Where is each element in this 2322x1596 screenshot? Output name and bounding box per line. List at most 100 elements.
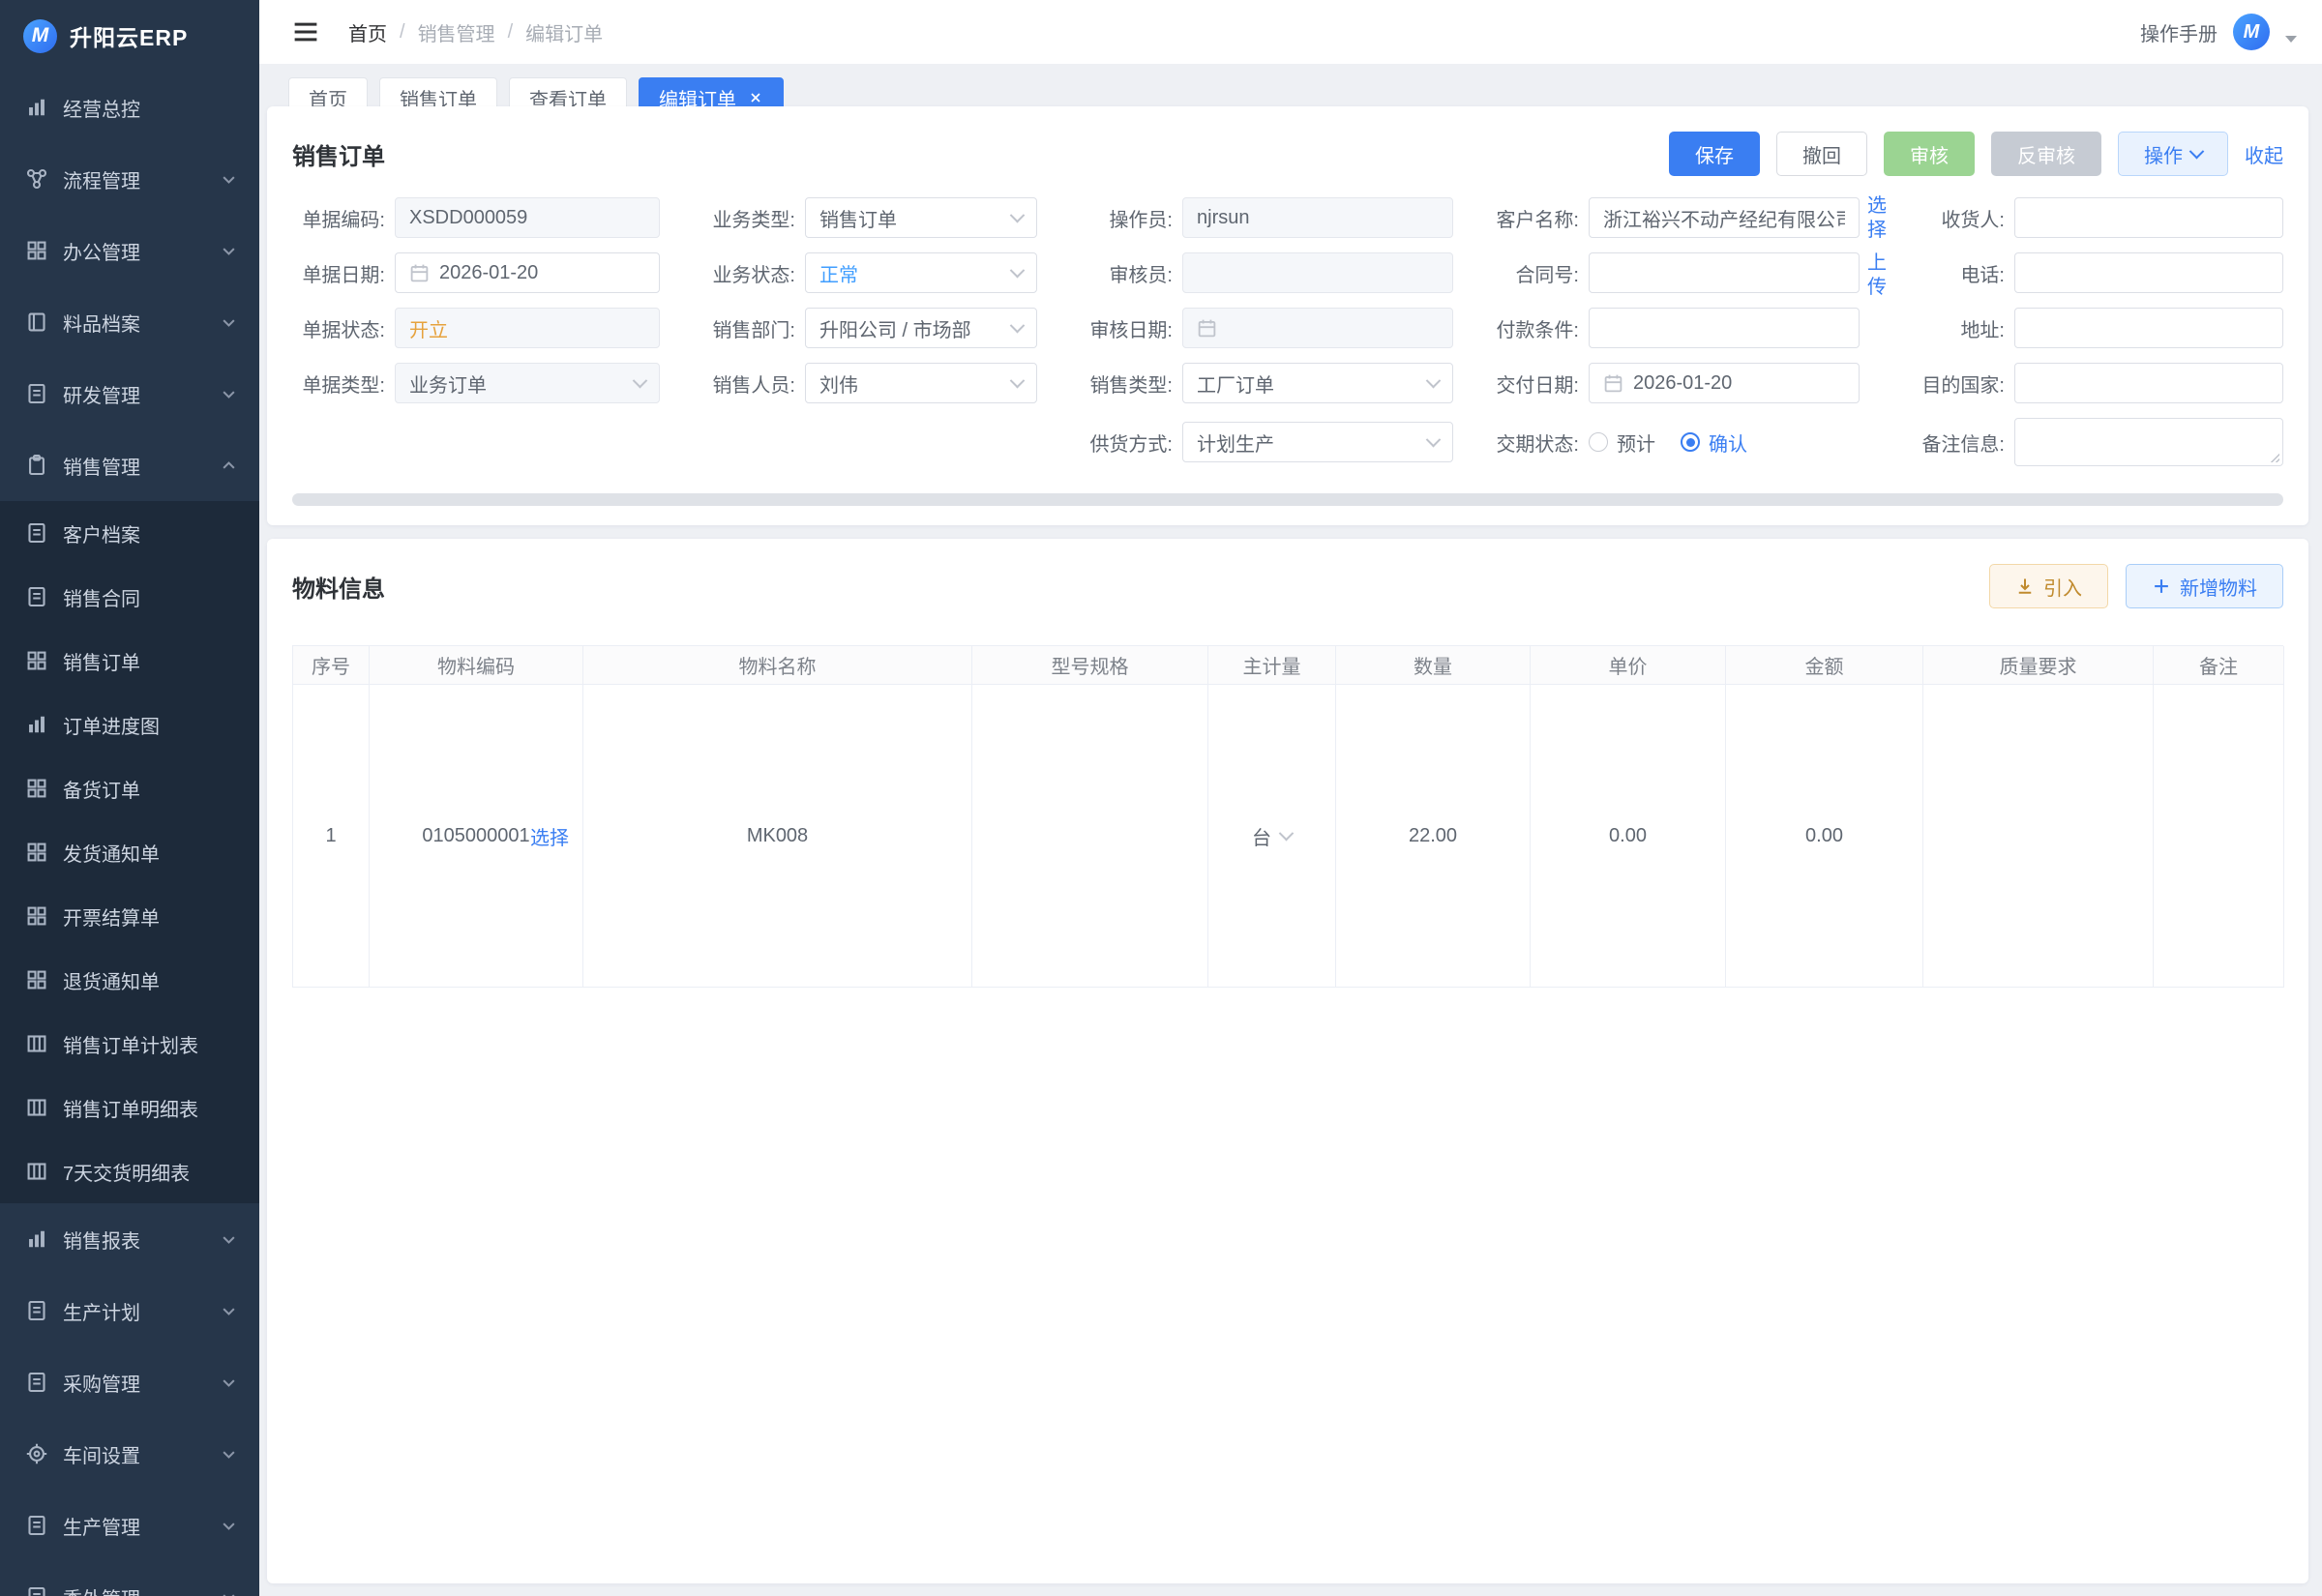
field-dest-country: 目的国家: xyxy=(1860,363,2283,403)
audit-date-picker[interactable] xyxy=(1182,308,1453,348)
delivery-date-picker[interactable]: 2026-01-20 xyxy=(1589,363,1860,403)
biz-type-select[interactable]: 销售订单 xyxy=(805,197,1037,238)
cell-unit: 台 xyxy=(1208,685,1336,988)
document-icon xyxy=(25,382,48,405)
auditor-input[interactable] xyxy=(1182,252,1453,293)
chevron-down-icon xyxy=(1426,431,1442,447)
materials-card: 物料信息 引入 新增物料 序号 xyxy=(267,539,2308,1583)
sidebar-item-production-plan[interactable]: 生产计划 xyxy=(0,1275,259,1346)
receiver-input[interactable] xyxy=(2014,197,2283,238)
chevron-down-icon xyxy=(220,1374,238,1392)
sidebar-item-purchase-mgmt[interactable]: 采购管理 xyxy=(0,1346,259,1418)
sidebar-item-sales-order[interactable]: 销售订单 xyxy=(0,629,259,693)
field-sales-type: 销售类型: 工厂订单 xyxy=(1037,363,1453,403)
page-title: 销售订单 xyxy=(292,137,385,171)
biz-status-select[interactable]: 正常 xyxy=(805,252,1037,293)
document-icon xyxy=(25,585,48,608)
sales-type-select[interactable]: 工厂订单 xyxy=(1182,363,1453,403)
radio-estimated[interactable]: 预计 xyxy=(1589,429,1655,457)
chevron-down-icon xyxy=(1426,372,1442,388)
breadcrumb: 首页 / 销售管理 / 编辑订单 xyxy=(348,18,603,46)
radio-circle-icon xyxy=(1681,432,1700,452)
import-button[interactable]: 引入 xyxy=(1989,564,2108,608)
radio-confirmed[interactable]: 确认 xyxy=(1681,429,1747,457)
sales-order-card: 销售订单 保存 撤回 审核 反审核 操作 收起 xyxy=(267,106,2308,525)
user-menu-caret-icon[interactable] xyxy=(2285,36,2297,43)
audit-button[interactable]: 审核 xyxy=(1884,132,1975,176)
sidebar-item-outsource-mgmt[interactable]: 委外管理 xyxy=(0,1561,259,1596)
field-bill-status: 单据状态: 开立 xyxy=(292,308,660,348)
sidebar-item-customer-archive[interactable]: 客户档案 xyxy=(0,501,259,565)
sidebar-item-sales-order-detail-report[interactable]: 销售订单明细表 xyxy=(0,1076,259,1139)
col-header-name: 物料名称 xyxy=(583,646,972,685)
sidebar-item-sales-report[interactable]: 销售报表 xyxy=(0,1203,259,1275)
sidebar-item-delivery-notice[interactable]: 发货通知单 xyxy=(0,820,259,884)
order-form: 单据编码: 业务类型: 销售订单 操作员: xyxy=(292,197,2283,466)
manual-link[interactable]: 操作手册 xyxy=(2140,18,2218,46)
breadcrumb-current: 编辑订单 xyxy=(525,18,603,46)
customer-input[interactable] xyxy=(1589,197,1860,238)
dest-country-input[interactable] xyxy=(2014,363,2283,403)
columns-icon xyxy=(25,1032,48,1055)
close-icon[interactable] xyxy=(748,90,763,105)
avatar[interactable]: M xyxy=(2233,14,2270,50)
sidebar-item-stock-order[interactable]: 备货订单 xyxy=(0,756,259,820)
col-header-seq: 序号 xyxy=(293,646,370,685)
bill-type-select[interactable]: 业务订单 xyxy=(395,363,660,403)
operate-button[interactable]: 操作 xyxy=(2118,132,2228,176)
sidebar-item-material-archive[interactable]: 料品档案 xyxy=(0,286,259,358)
sidebar-item-rd-mgmt[interactable]: 研发管理 xyxy=(0,358,259,429)
field-remark: 备注信息: xyxy=(1860,418,2283,466)
document-icon xyxy=(25,1299,48,1322)
sidebar-collapse-icon[interactable] xyxy=(292,18,319,45)
salesman-select[interactable]: 刘伟 xyxy=(805,363,1037,403)
sidebar: M 升阳云ERP 经营总控 流程管理 办公管理 料品档案 研发管理 xyxy=(0,0,259,1596)
chevron-down-icon xyxy=(220,1588,238,1596)
material-code[interactable]: 0105000001 xyxy=(422,825,529,847)
bill-date-picker[interactable]: 2026-01-20 xyxy=(395,252,660,293)
sidebar-item-order-progress[interactable]: 订单进度图 xyxy=(0,693,259,756)
sidebar-item-sales-mgmt[interactable]: 销售管理 xyxy=(0,429,259,501)
remark-textarea[interactable] xyxy=(2014,418,2283,466)
contract-no-input[interactable] xyxy=(1589,252,1860,293)
sidebar-item-sales-contract[interactable]: 销售合同 xyxy=(0,565,259,629)
chevron-down-icon xyxy=(2189,143,2205,159)
sidebar-item-dashboard[interactable]: 经营总控 xyxy=(0,72,259,143)
materials-actions: 引入 新增物料 xyxy=(1989,564,2283,608)
supply-mode-select[interactable]: 计划生产 xyxy=(1182,422,1453,462)
bill-code-input[interactable] xyxy=(395,197,660,238)
chevron-down-icon xyxy=(1010,317,1026,333)
breadcrumb-home[interactable]: 首页 xyxy=(348,18,387,46)
address-input[interactable] xyxy=(2014,308,2283,348)
chart-icon xyxy=(25,1227,48,1251)
material-select-link[interactable]: 选择 xyxy=(530,822,569,850)
sidebar-item-workshop-settings[interactable]: 车间设置 xyxy=(0,1418,259,1490)
horizontal-scrollbar[interactable] xyxy=(292,493,2283,506)
sidebar-item-invoice-settlement[interactable]: 开票结算单 xyxy=(0,884,259,948)
sidebar-item-production-mgmt[interactable]: 生产管理 xyxy=(0,1490,259,1561)
cell-qty[interactable]: 22.00 xyxy=(1336,685,1531,988)
sales-order-card-head: 销售订单 保存 撤回 审核 反审核 操作 收起 xyxy=(292,106,2283,193)
phone-input[interactable] xyxy=(2014,252,2283,293)
sales-dept-select[interactable]: 升阳公司 / 市场部 xyxy=(805,308,1037,348)
plus-icon xyxy=(2152,576,2171,596)
save-button[interactable]: 保存 xyxy=(1669,132,1760,176)
sidebar-item-office-mgmt[interactable]: 办公管理 xyxy=(0,215,259,286)
sidebar-item-process-mgmt[interactable]: 流程管理 xyxy=(0,143,259,215)
breadcrumb-section[interactable]: 销售管理 xyxy=(418,18,495,46)
field-customer: 客户名称: 选择 上传 xyxy=(1453,197,1860,238)
cell-price[interactable]: 0.00 xyxy=(1531,685,1726,988)
unit-select[interactable]: 台 xyxy=(1252,822,1271,850)
payment-terms-input[interactable] xyxy=(1589,308,1860,348)
sidebar-item-7day-delivery-report[interactable]: 7天交货明细表 xyxy=(0,1139,259,1203)
sidebar-item-return-notice[interactable]: 退货通知单 xyxy=(0,948,259,1012)
add-material-button[interactable]: 新增物料 xyxy=(2126,564,2283,608)
app-logo: M 升阳云ERP xyxy=(0,0,259,72)
unaudit-button[interactable]: 反审核 xyxy=(1991,132,2101,176)
collapse-link[interactable]: 收起 xyxy=(2245,140,2283,168)
resize-grip-icon[interactable] xyxy=(2269,452,2279,462)
cell-name: MK008 xyxy=(583,685,972,988)
sidebar-item-sales-order-plan-report[interactable]: 销售订单计划表 xyxy=(0,1012,259,1076)
operator-input[interactable] xyxy=(1182,197,1453,238)
withdraw-button[interactable]: 撤回 xyxy=(1776,132,1867,176)
